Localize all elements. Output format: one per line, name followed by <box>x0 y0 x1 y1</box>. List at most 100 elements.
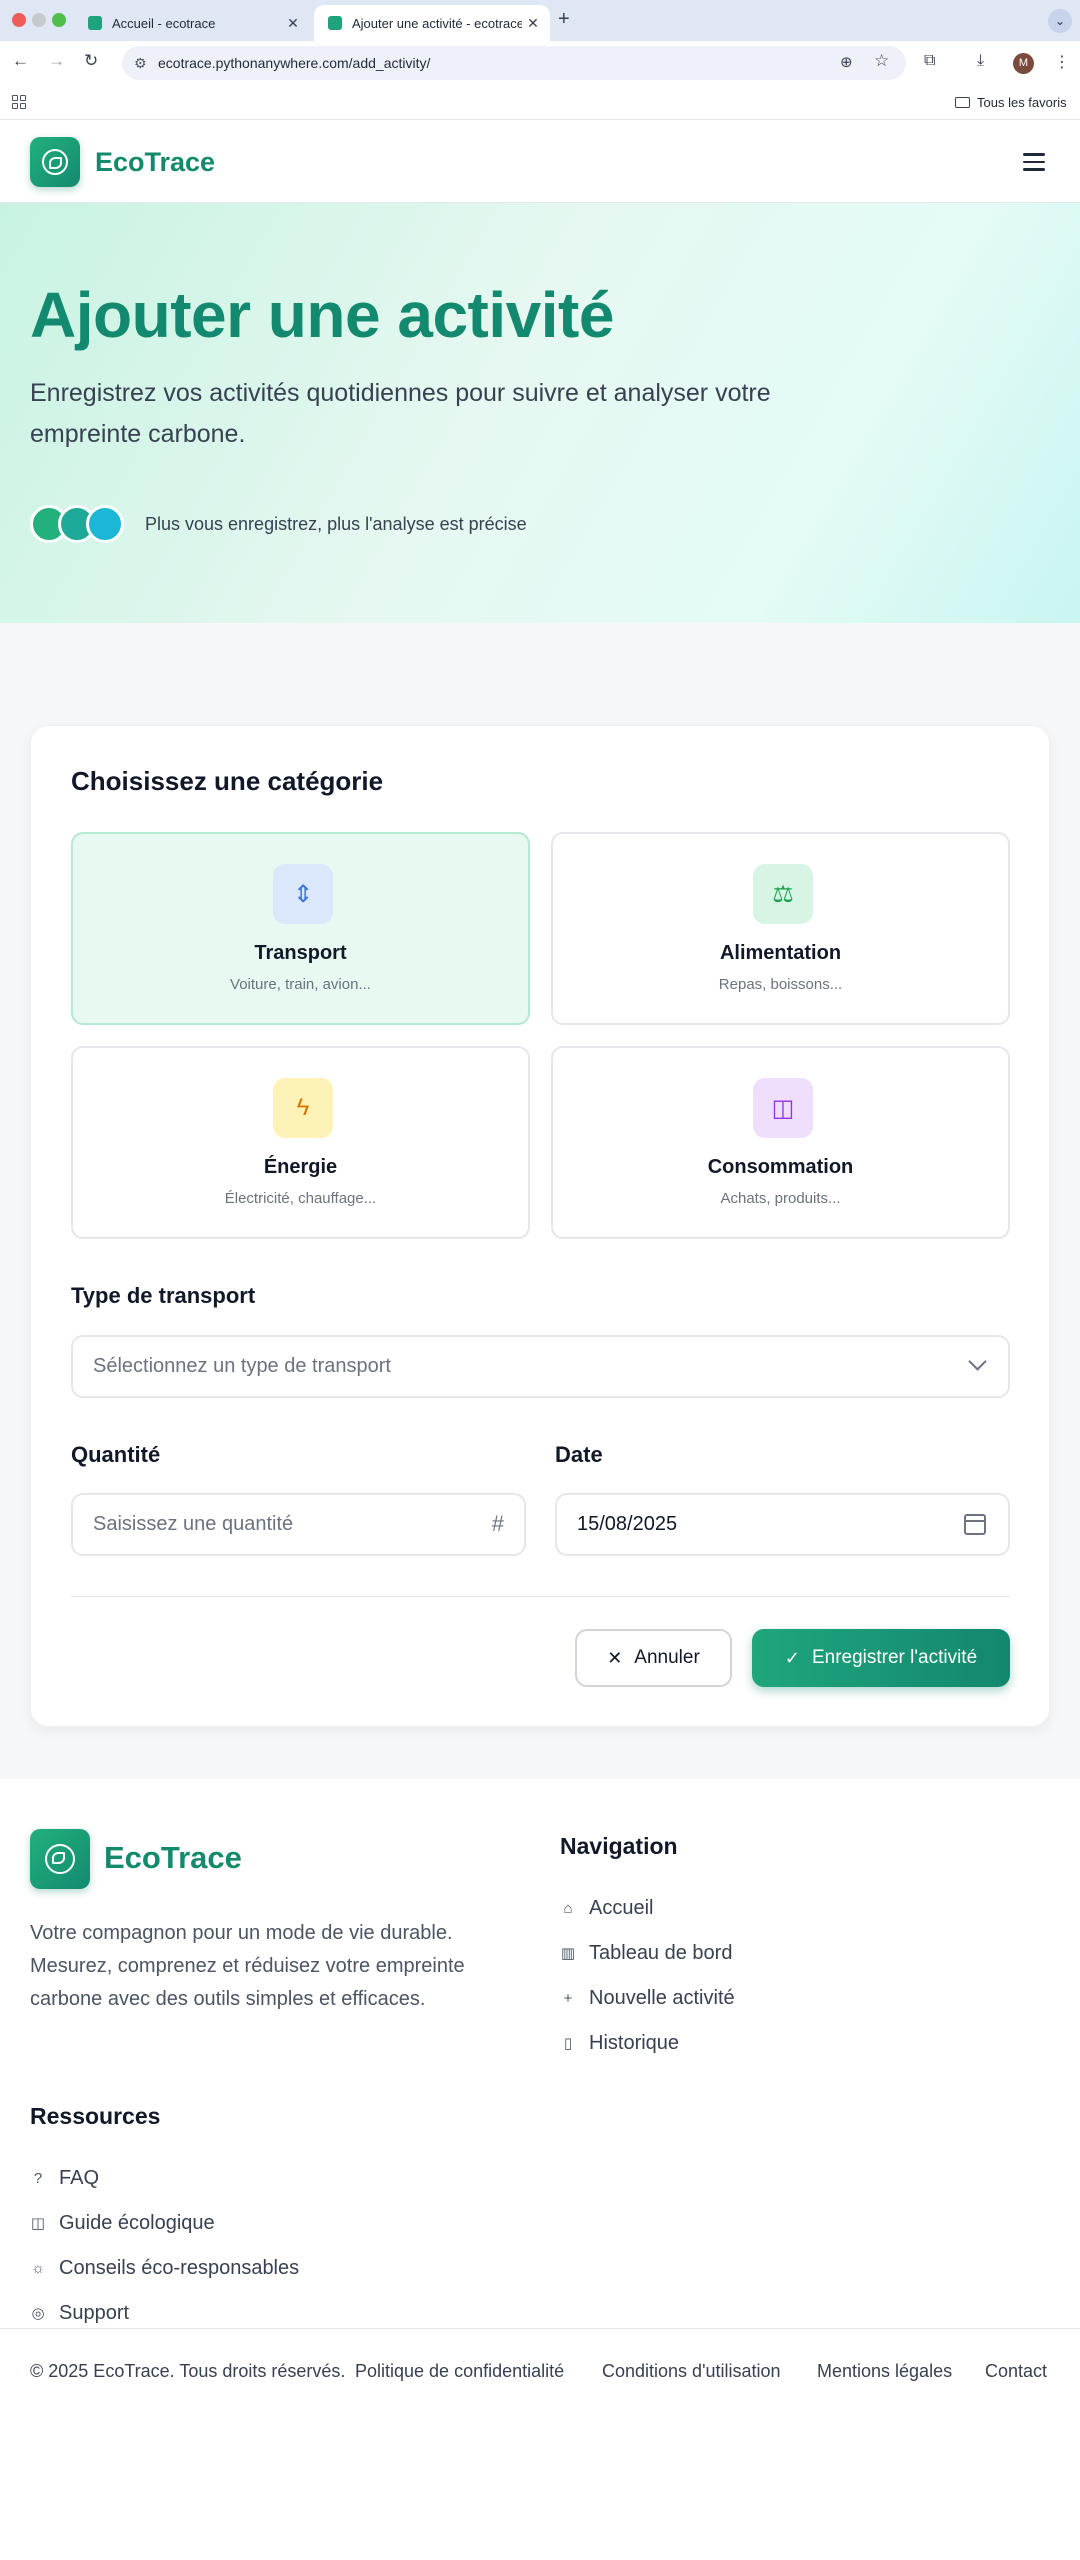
site-info-icon[interactable]: ⚙ <box>134 55 147 72</box>
forward-arrow-icon[interactable]: → <box>48 51 65 71</box>
all-bookmarks-label: Tous les favoris <box>977 95 1067 110</box>
close-icon: ✕ <box>607 1647 623 1668</box>
category-card-energie[interactable]: ϟ Énergie Électricité, chauffage... <box>71 1046 530 1239</box>
new-tab-button[interactable]: + <box>558 8 570 31</box>
navigation-heading: Navigation <box>560 1833 678 1859</box>
footer-brand-name[interactable]: EcoTrace <box>104 1840 242 1876</box>
shopping-bag-icon: ◫ <box>753 1078 813 1138</box>
page-title: Ajouter une activité <box>30 279 614 351</box>
quantity-input[interactable]: Saisissez une quantité # <box>71 1493 526 1556</box>
category-description: Repas, boissons... <box>718 976 843 993</box>
lightbulb-icon: ☼ <box>31 2259 45 2277</box>
footer-link-faq[interactable]: ? FAQ <box>30 2167 99 2190</box>
tab-title: Ajouter une activité - ecotrace <box>352 15 522 31</box>
logo-globe-icon[interactable] <box>30 137 80 187</box>
save-activity-button[interactable]: ✓ Enregistrer l'activité <box>752 1629 1010 1687</box>
tab-search-icon[interactable]: ⌄ <box>1048 9 1072 33</box>
footer-link-contact[interactable]: Contact <box>985 2361 1047 2382</box>
quantity-placeholder: Saisissez une quantité <box>93 1513 294 1535</box>
calendar-icon[interactable] <box>964 1514 986 1535</box>
footer-link-tableau-de-bord[interactable]: ▥ Tableau de bord <box>560 1942 733 1965</box>
bar-chart-icon: ▥ <box>560 1944 576 1962</box>
tab-favicon-icon <box>328 16 342 30</box>
back-arrow-icon[interactable]: ← <box>12 51 29 71</box>
tab-title: Accueil - ecotrace <box>112 15 216 31</box>
add-activity-form: Choisissez une catégorie ⇕ Transport Voi… <box>30 725 1050 1727</box>
tab-close-icon[interactable]: ✕ <box>522 15 544 32</box>
download-icon[interactable]: ⤓ <box>977 52 984 70</box>
hash-icon: # <box>491 1511 504 1536</box>
category-heading: Choisissez une catégorie <box>71 766 384 796</box>
category-name: Transport <box>254 942 347 964</box>
bookmark-star-icon[interactable]: ☆ <box>874 51 889 71</box>
footer-link-label: Tableau de bord <box>589 1942 733 1964</box>
footer-link-guide[interactable]: ◫ Guide écologique <box>30 2212 215 2235</box>
footer-link-label: FAQ <box>59 2167 100 2189</box>
chevron-down-icon <box>968 1352 987 1371</box>
category-name: Consommation <box>707 1156 854 1178</box>
category-card-consommation[interactable]: ◫ Consommation Achats, produits... <box>551 1046 1010 1239</box>
footer-link-legal[interactable]: Mentions légales <box>817 2361 952 2382</box>
browser-toolbar: ← → ↻ ⚙ ecotrace.pythonanywhere.com/add_… <box>0 41 1080 86</box>
footer-link-label: Historique <box>589 2032 680 2054</box>
address-bar[interactable]: ⚙ ecotrace.pythonanywhere.com/add_activi… <box>122 46 906 80</box>
quantity-label: Quantité <box>71 1442 161 1467</box>
category-description: Électricité, chauffage... <box>224 1190 377 1207</box>
footer-link-conseils[interactable]: ☼ Conseils éco-responsables <box>30 2257 299 2280</box>
transport-icon: ⇕ <box>273 864 333 924</box>
site-header: EcoTrace <box>0 121 1080 203</box>
date-label: Date <box>555 1442 603 1467</box>
hero-section: Ajouter une activité Enregistrez vos act… <box>0 203 1080 623</box>
profile-avatar[interactable]: M <box>1013 53 1034 74</box>
minimize-window-button[interactable] <box>32 13 46 27</box>
category-card-transport[interactable]: ⇕ Transport Voiture, train, avion... <box>71 832 530 1025</box>
date-value: 15/08/2025 <box>577 1513 678 1535</box>
form-divider <box>71 1596 1010 1597</box>
browser-tab-accueil[interactable]: Accueil - ecotrace ✕ <box>74 5 310 41</box>
all-bookmarks-button[interactable]: Tous les favoris <box>955 95 1067 110</box>
brand-name[interactable]: EcoTrace <box>95 147 215 178</box>
clipboard-icon: ▯ <box>563 2034 573 2052</box>
tab-close-icon[interactable]: ✕ <box>282 15 304 32</box>
footer-description: Votre compagnon pour un mode de vie dura… <box>30 1922 465 2010</box>
footer-link-label: Support <box>59 2302 130 2324</box>
hero-note: Plus vous enregistrez, plus l'analyse es… <box>145 514 527 534</box>
home-icon: ⌂ <box>563 1899 573 1917</box>
footer-link-historique[interactable]: ▯ Historique <box>560 2032 679 2055</box>
footer-link-nouvelle-activite[interactable]: + Nouvelle activité <box>560 1987 735 2010</box>
folder-icon <box>955 97 970 108</box>
footer-logo-globe-icon[interactable] <box>30 1829 90 1889</box>
url-text[interactable]: ecotrace.pythonanywhere.com/add_activity… <box>158 55 430 71</box>
tab-favicon-icon <box>88 16 102 30</box>
avatar-dot <box>86 505 124 543</box>
transport-type-select[interactable]: Sélectionnez un type de transport <box>71 1335 1010 1398</box>
bookmarks-bar: Tous les favoris <box>0 86 1080 120</box>
zoom-icon[interactable]: ⊕ <box>840 53 853 71</box>
footer-link-terms[interactable]: Conditions d'utilisation <box>602 2361 781 2382</box>
browser-menu-icon[interactable]: ⋮ <box>1054 52 1070 72</box>
date-input[interactable]: 15/08/2025 <box>555 1493 1010 1556</box>
footer-link-privacy[interactable]: Politique de confidentialité <box>355 2361 564 2382</box>
cancel-button[interactable]: ✕ Annuler <box>575 1629 732 1687</box>
footer-link-accueil[interactable]: ⌂ Accueil <box>560 1897 653 1920</box>
category-name: Alimentation <box>719 942 842 964</box>
reload-icon[interactable]: ↻ <box>84 51 98 71</box>
plus-icon: + <box>563 1989 573 2007</box>
footer-link-label: Conseils éco-responsables <box>59 2257 300 2279</box>
footer-link-support[interactable]: ◎ Support <box>30 2302 129 2325</box>
transport-type-placeholder: Sélectionnez un type de transport <box>93 1355 391 1377</box>
close-window-button[interactable] <box>12 13 26 27</box>
footer-link-label: Nouvelle activité <box>589 1987 735 2009</box>
category-description: Achats, produits... <box>720 1190 841 1207</box>
menu-hamburger-icon[interactable] <box>1023 153 1045 176</box>
maximize-window-button[interactable] <box>52 13 66 27</box>
help-circle-icon: ? <box>33 2169 43 2187</box>
cancel-label: Annuler <box>634 1647 700 1668</box>
category-name: Énergie <box>263 1156 338 1178</box>
extensions-icon[interactable]: ⧉ <box>924 52 935 70</box>
browser-tab-add-activity[interactable]: Ajouter une activité - ecotrace ✕ <box>314 5 550 41</box>
browser-tab-strip: Accueil - ecotrace ✕ Ajouter une activit… <box>0 0 1080 41</box>
apps-grid-icon[interactable] <box>12 95 26 109</box>
scale-icon: ⚖ <box>753 864 813 924</box>
category-card-alimentation[interactable]: ⚖ Alimentation Repas, boissons... <box>551 832 1010 1025</box>
